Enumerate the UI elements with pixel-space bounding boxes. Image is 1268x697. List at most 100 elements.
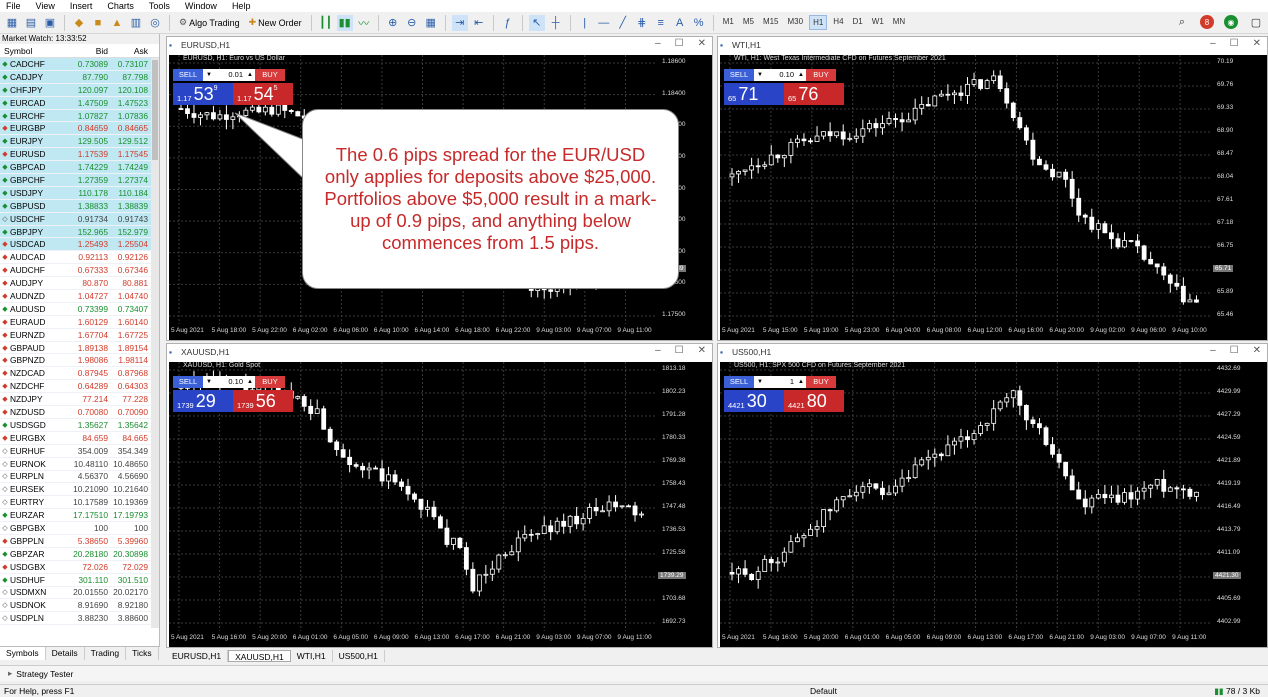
chart-window-icon[interactable]: ▣ bbox=[42, 15, 58, 31]
symbol-row[interactable]: ◆ GBPZAR 20.28180 20.30898 bbox=[0, 547, 159, 561]
timeframe-m5[interactable]: M5 bbox=[740, 15, 757, 30]
symbol-row[interactable]: ◆ GBPCHF 1.27359 1.27374 bbox=[0, 174, 159, 187]
menu-view[interactable]: View bbox=[30, 1, 64, 11]
symbol-row[interactable]: ◇ EURPLN 4.56370 4.56690 bbox=[0, 470, 159, 484]
sell-label[interactable]: SELL bbox=[173, 376, 203, 388]
minimize-icon[interactable]: – bbox=[655, 38, 661, 49]
minimize-icon[interactable]: – bbox=[1210, 38, 1216, 49]
sell-button[interactable]: 1.17 53 9 bbox=[173, 83, 233, 105]
symbol-row[interactable]: ◆ CHFJPY 120.097 120.108 bbox=[0, 83, 159, 97]
tab-details[interactable]: Details bbox=[46, 647, 85, 660]
indicators-icon[interactable]: ƒ bbox=[500, 15, 516, 31]
lot-stepper-icon[interactable]: ▲ bbox=[247, 376, 253, 388]
lot-stepper-icon[interactable]: ▲ bbox=[798, 69, 804, 81]
symbol-row[interactable]: ◇ GBPGBX 100 100 bbox=[0, 522, 159, 535]
symbol-row[interactable]: ◆ AUDCAD 0.92113 0.92126 bbox=[0, 251, 159, 265]
price-chart[interactable]: 1813.18 1802.23 1791.28 1780.33 1769.38 1758.… bbox=[169, 362, 712, 647]
market-watch-icon[interactable]: ◆ bbox=[71, 15, 87, 31]
symbol-row[interactable]: ◆ AUDNZD 1.04727 1.04740 bbox=[0, 290, 159, 303]
buy-label[interactable]: BUY bbox=[806, 376, 836, 388]
symbol-row[interactable]: ◆ EURGBP 0.84659 0.84665 bbox=[0, 122, 159, 136]
sell-label[interactable]: SELL bbox=[724, 69, 754, 81]
buy-label[interactable]: BUY bbox=[255, 376, 285, 388]
close-icon[interactable]: ✕ bbox=[698, 345, 706, 356]
symbol-row[interactable]: ◇ USDNOK 8.91690 8.92180 bbox=[0, 599, 159, 613]
sell-label[interactable]: SELL bbox=[173, 69, 203, 81]
lot-dropdown-icon[interactable]: ▼ bbox=[206, 376, 212, 388]
chart-tab[interactable]: XAUUSD,H1 bbox=[228, 650, 291, 662]
timeframe-m1[interactable]: M1 bbox=[720, 15, 737, 30]
symbol-row[interactable]: ◆ NZDCAD 0.87945 0.87968 bbox=[0, 367, 159, 381]
lot-size-input[interactable]: ▼ 0.10 ▲ bbox=[203, 376, 255, 388]
symbol-row[interactable]: ◇ EURHUF 354.009 354.349 bbox=[0, 444, 159, 458]
lot-size-input[interactable]: ▼ 1 ▲ bbox=[754, 376, 806, 388]
menu-charts[interactable]: Charts bbox=[101, 1, 143, 11]
profiles-icon[interactable]: ▤ bbox=[23, 15, 39, 31]
crosshair-icon[interactable]: ┼ bbox=[548, 15, 564, 31]
buy-button[interactable]: 1.17 54 5 bbox=[233, 83, 293, 105]
timeframe-mn[interactable]: MN bbox=[890, 15, 908, 30]
chart-window[interactable]: ▪ WTI,H1 – ☐ ✕ 70.19 69.76 69.33 68.90 68.47 68.04… bbox=[717, 36, 1268, 341]
symbol-row[interactable]: ◆ EURNZD 1.67704 1.67725 bbox=[0, 328, 159, 342]
col-ask[interactable]: Ask bbox=[108, 46, 148, 56]
menu-tools[interactable]: Tools bbox=[143, 1, 179, 11]
menu-insert[interactable]: Insert bbox=[64, 1, 102, 11]
tile-windows-icon[interactable]: ▦ bbox=[423, 15, 439, 31]
symbol-row[interactable]: ◆ AUDJPY 80.870 80.881 bbox=[0, 277, 159, 291]
shapes-icon[interactable]: % bbox=[691, 15, 707, 31]
symbol-row[interactable]: ◆ USDCAD 1.25493 1.25504 bbox=[0, 238, 159, 252]
symbol-row[interactable]: ◆ USDHUF 301.110 301.510 bbox=[0, 573, 159, 587]
timeframe-w1[interactable]: W1 bbox=[869, 15, 887, 30]
buy-button[interactable]: 65 76 bbox=[784, 83, 844, 105]
menu-help[interactable]: Help bbox=[226, 1, 260, 11]
symbol-row[interactable]: ◆ USDGBX 72.026 72.029 bbox=[0, 560, 159, 574]
algo-trading-button[interactable]: ⚙ Algo Trading bbox=[176, 14, 243, 32]
market-watch-scrollbar[interactable] bbox=[151, 58, 159, 628]
bar-chart-icon[interactable]: ┃┃ bbox=[318, 15, 334, 31]
symbol-row[interactable]: ◆ USDSGD 1.35627 1.35642 bbox=[0, 418, 159, 432]
autoscroll-icon[interactable]: ⇥ bbox=[451, 14, 468, 31]
strategy-tester-bar[interactable]: ▸ Strategy Tester bbox=[0, 665, 1268, 681]
symbol-row[interactable]: ◆ GBPJPY 152.965 152.979 bbox=[0, 225, 159, 239]
price-chart[interactable]: 4432.69 4429.99 4427.29 4424.59 4421.89 4419.… bbox=[720, 362, 1267, 647]
symbol-row[interactable]: ◆ AUDCHF 0.67333 0.67346 bbox=[0, 264, 159, 278]
symbol-row[interactable]: ◆ EURGBX 84.659 84.665 bbox=[0, 431, 159, 445]
close-icon[interactable]: ✕ bbox=[1253, 345, 1261, 356]
timeframe-h1[interactable]: H1 bbox=[809, 15, 828, 30]
symbol-row[interactable]: ◆ GBPCAD 1.74229 1.74249 bbox=[0, 161, 159, 175]
symbol-row[interactable]: ◆ GBPPLN 5.38650 5.39960 bbox=[0, 534, 159, 548]
zoom-out-icon[interactable]: ⊖ bbox=[404, 15, 420, 31]
close-icon[interactable]: ✕ bbox=[1253, 38, 1261, 49]
lot-size-input[interactable]: ▼ 0.10 ▲ bbox=[754, 69, 806, 81]
symbol-row[interactable]: ◆ EURJPY 129.505 129.512 bbox=[0, 135, 159, 149]
buy-button[interactable]: 1739 56 bbox=[233, 390, 293, 412]
lot-stepper-icon[interactable]: ▲ bbox=[798, 376, 804, 388]
symbol-row[interactable]: ◆ CADCHF 0.73089 0.73107 bbox=[0, 58, 159, 71]
menu-file[interactable]: File bbox=[0, 1, 30, 11]
signals-icon[interactable]: ◉ bbox=[1224, 15, 1238, 29]
symbol-row[interactable]: ◆ GBPNZD 1.98086 1.98114 bbox=[0, 354, 159, 368]
col-bid[interactable]: Bid bbox=[60, 46, 108, 56]
lot-size-input[interactable]: ▼ 0.01 ▲ bbox=[203, 69, 255, 81]
candlestick-icon[interactable]: ▮▮ bbox=[336, 14, 353, 31]
terminal-icon[interactable]: ▥ bbox=[128, 15, 144, 31]
chart-window[interactable]: ▪ US500,H1 – ☐ ✕ 4432.69 4429.99 4427.29 4424.59… bbox=[717, 343, 1268, 648]
navigator-icon[interactable]: ▲ bbox=[109, 15, 125, 31]
symbol-row[interactable]: ◆ EURCHF 1.07827 1.07836 bbox=[0, 109, 159, 123]
symbol-row[interactable]: ◆ GBPUSD 1.38833 1.38839 bbox=[0, 199, 159, 213]
symbol-row[interactable]: ◇ EURTRY 10.17589 10.19369 bbox=[0, 496, 159, 510]
fibonacci-icon[interactable]: ≡ bbox=[653, 15, 669, 31]
buy-button[interactable]: 4421 80 bbox=[784, 390, 844, 412]
user-icon[interactable]: ▢ bbox=[1248, 14, 1264, 30]
buy-label[interactable]: BUY bbox=[806, 69, 836, 81]
timeframe-m30[interactable]: M30 bbox=[785, 15, 807, 30]
minimize-icon[interactable]: – bbox=[1210, 345, 1216, 356]
symbol-row[interactable]: ◆ GBPAUD 1.89138 1.89154 bbox=[0, 341, 159, 355]
symbol-row[interactable]: ◆ EURCAD 1.47509 1.47523 bbox=[0, 96, 159, 110]
symbol-row[interactable]: ◇ USDCHF 0.91734 0.91743 bbox=[0, 212, 159, 226]
symbol-row[interactable]: ◆ NZDCHF 0.64289 0.64303 bbox=[0, 380, 159, 394]
symbol-row[interactable]: ◇ USDPLN 3.88230 3.88600 bbox=[0, 612, 159, 626]
close-icon[interactable]: ✕ bbox=[698, 38, 706, 49]
symbol-row[interactable]: ◆ NZDJPY 77.214 77.228 bbox=[0, 393, 159, 407]
tab-ticks[interactable]: Ticks bbox=[126, 647, 159, 660]
